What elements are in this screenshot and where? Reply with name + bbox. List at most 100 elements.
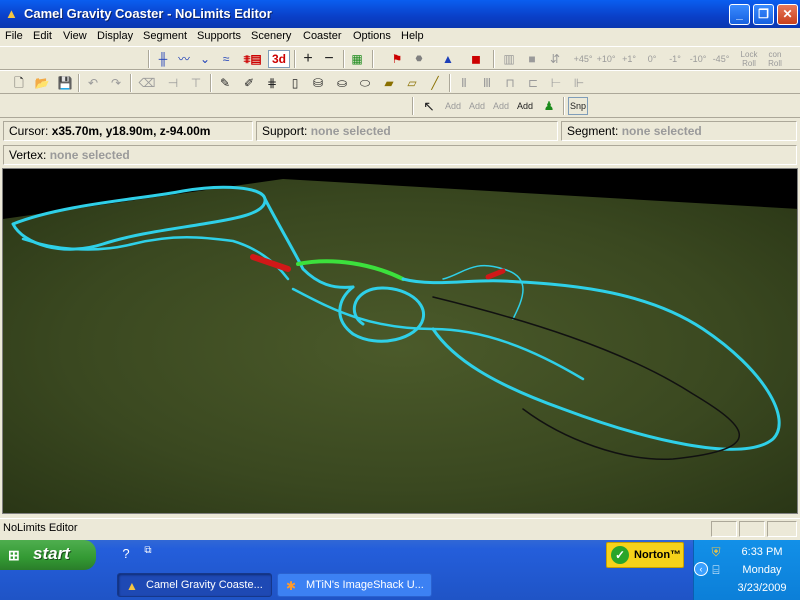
stop-sign-icon[interactable]: ⬣	[410, 50, 428, 68]
desktop-icon[interactable]: ⧉	[140, 543, 156, 559]
vertex-value: none selected	[49, 148, 130, 162]
station-icon[interactable]: ◼	[467, 50, 485, 68]
roll-plus1[interactable]: +1°	[620, 50, 638, 68]
track-dip-icon[interactable]: ⌄	[196, 50, 214, 68]
tray-expand-icon[interactable]: ‹	[694, 562, 708, 576]
join-icon[interactable]: ⊤	[187, 74, 205, 92]
track-ties-icon[interactable]: ╫	[154, 50, 172, 68]
con-roll-button[interactable]: con Roll	[764, 50, 786, 68]
toolbar-separator	[294, 50, 296, 68]
beam-icon[interactable]: ╱	[426, 74, 444, 92]
menu-display[interactable]: Display	[97, 30, 133, 42]
menu-help[interactable]: Help	[401, 30, 424, 42]
support-pane: Support: none selected	[256, 121, 558, 141]
rail-icon[interactable]: ⋕	[263, 74, 281, 92]
new-file-icon[interactable]: 🗋	[10, 74, 28, 92]
status-pane	[711, 521, 737, 537]
level-icon[interactable]: ⇵	[546, 50, 564, 68]
support-b-icon[interactable]: Ⅲ	[478, 74, 496, 92]
support-f-icon[interactable]: ⊩	[570, 74, 588, 92]
roll-plus45[interactable]: +45°	[574, 50, 593, 68]
person-icon[interactable]: ♟	[540, 97, 558, 115]
roll-minus10[interactable]: -10°	[689, 50, 707, 68]
calc-icon[interactable]: ▥	[500, 50, 518, 68]
save-icon[interactable]: 💾	[56, 74, 74, 92]
ruler-icon[interactable]: ▲	[439, 50, 457, 68]
menu-file[interactable]: File	[5, 30, 23, 42]
minimize-button[interactable]: _	[729, 4, 750, 25]
flat-block-icon[interactable]: ▱	[403, 74, 421, 92]
grid-icon[interactable]: ▦	[348, 50, 366, 68]
status-row-vertex: Vertex: none selected	[0, 143, 800, 167]
zoom-in-icon[interactable]: +	[299, 50, 317, 68]
undo-icon[interactable]: ↶	[84, 74, 102, 92]
add-support-button[interactable]: Add	[492, 97, 510, 115]
open-folder-icon[interactable]: 📂	[33, 74, 51, 92]
redo-icon[interactable]: ↷	[107, 74, 125, 92]
support-c-icon[interactable]: ⊓	[501, 74, 519, 92]
menu-segment[interactable]: Segment	[143, 30, 187, 42]
square-icon[interactable]: ■	[523, 50, 541, 68]
cylinder-small-icon[interactable]: ⛁	[309, 74, 327, 92]
select-arrow-icon[interactable]: ↖	[420, 97, 438, 115]
task-label: Camel Gravity Coaste...	[146, 579, 263, 591]
support-d-icon[interactable]: ⊏	[524, 74, 542, 92]
split-icon[interactable]: ⊣	[164, 74, 182, 92]
toolbar-separator	[148, 50, 150, 68]
segment-value: none selected	[621, 124, 702, 138]
add-vertex-button[interactable]: Add	[444, 97, 462, 115]
zoom-out-icon[interactable]: −	[320, 50, 338, 68]
track-wave-icon[interactable]: 〰	[175, 50, 193, 68]
support-e-icon[interactable]: ⊢	[547, 74, 565, 92]
menu-edit[interactable]: Edit	[33, 30, 52, 42]
cylinder-icon[interactable]: ⛀	[333, 74, 351, 92]
task-label: MTiN's ImageShack U...	[306, 579, 424, 591]
status-pane	[767, 521, 797, 537]
clock-time[interactable]: 6:33 PM	[724, 546, 800, 558]
pillar-icon[interactable]: ▯	[286, 74, 304, 92]
imageshack-icon: ✱	[286, 579, 297, 593]
coaster-train-icon[interactable]: ▤	[247, 50, 265, 68]
menu-view[interactable]: View	[63, 30, 87, 42]
close-button[interactable]: ✕	[777, 4, 798, 25]
title-bar[interactable]: ▲ Camel Gravity Coaster - NoLimits Edito…	[0, 0, 800, 28]
double-pencil-icon[interactable]: ✐	[240, 74, 258, 92]
norton-button[interactable]: ✓ Norton™	[606, 542, 684, 568]
task-camel-coaster[interactable]: ▲ Camel Gravity Coaste...	[117, 573, 272, 597]
block-icon[interactable]: ▰	[380, 74, 398, 92]
add-footer-button[interactable]: Add	[516, 97, 534, 115]
toolbar-separator	[372, 50, 374, 68]
view-3d-button[interactable]: 3d	[268, 50, 290, 68]
editor-status-bar: NoLimits Editor	[0, 518, 800, 538]
support-a-icon[interactable]: Ⅱ	[455, 74, 473, 92]
menu-scenery[interactable]: Scenery	[251, 30, 291, 42]
menu-options[interactable]: Options	[353, 30, 391, 42]
maximize-button[interactable]: ❐	[753, 4, 774, 25]
drum-icon[interactable]: ⬭	[356, 74, 374, 92]
track-heartline-icon[interactable]: ≈	[217, 50, 235, 68]
lock-roll-button[interactable]: Lock Roll	[738, 50, 760, 68]
start-button[interactable]: ⊞ start	[0, 540, 96, 570]
roll-minus45[interactable]: -45°	[712, 50, 730, 68]
snap-button[interactable]: Snp	[568, 97, 588, 115]
traffic-light-icon[interactable]: ⚑	[388, 50, 406, 68]
task-imageshack[interactable]: ✱ MTiN's ImageShack U...	[277, 573, 432, 597]
norton-shield-icon[interactable]: ⛨	[708, 544, 724, 560]
3d-viewport[interactable]	[2, 168, 798, 514]
coaster-scene[interactable]	[3, 169, 798, 514]
roll-plus10[interactable]: +10°	[597, 50, 616, 68]
toolbar-separator	[563, 97, 565, 115]
menu-supports[interactable]: Supports	[197, 30, 241, 42]
toolbar-separator	[412, 97, 414, 115]
eraser-icon[interactable]: ⌫	[138, 74, 156, 92]
pencil-icon[interactable]: ✎	[216, 74, 234, 92]
cursor-label: Cursor:	[9, 124, 49, 138]
network-icon[interactable]: ⌸	[708, 562, 724, 578]
roll-zero[interactable]: 0°	[643, 50, 661, 68]
roll-minus1[interactable]: -1°	[666, 50, 684, 68]
menu-coaster[interactable]: Coaster	[303, 30, 342, 42]
help-icon[interactable]: ?	[118, 546, 134, 562]
add-segment-button[interactable]: Add	[468, 97, 486, 115]
app-window: ▲ Camel Gravity Coaster - NoLimits Edito…	[0, 0, 800, 540]
taskbar: ⊞ start ? ⧉ ▲ Camel Gravity Coaste... ✱ …	[0, 540, 800, 600]
